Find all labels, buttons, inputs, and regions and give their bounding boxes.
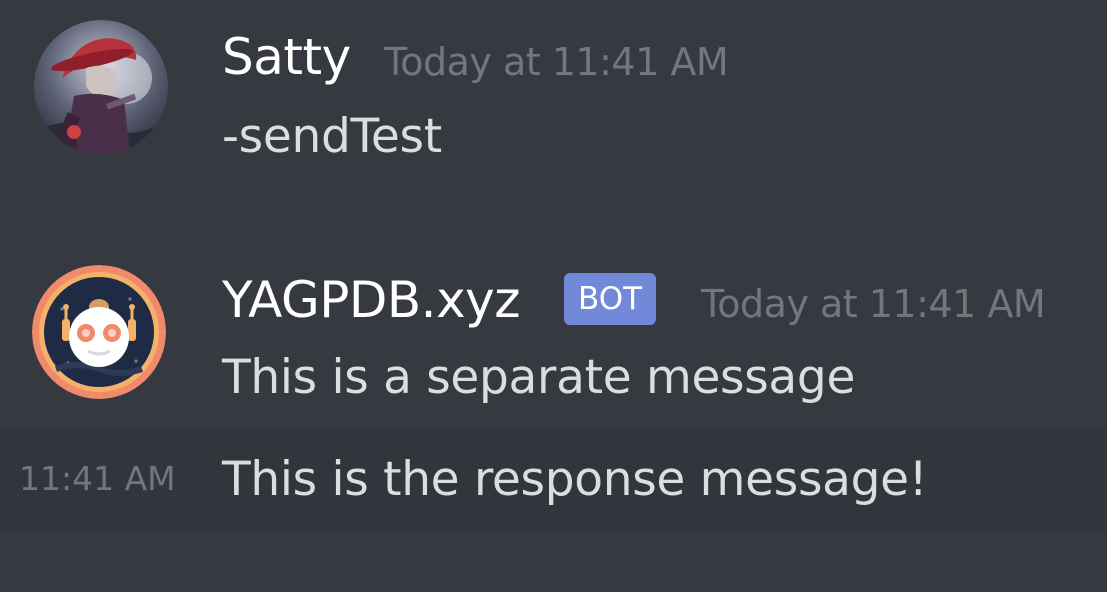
message-followup-row[interactable]: 11:41 AM This is the response message! [0,430,1107,530]
message-timestamp: Today at 11:41 AM [701,282,1046,326]
message-side-timestamp: 11:41 AM [19,459,176,498]
bot-avatar-icon[interactable] [32,265,166,399]
message-content: This is the response message! [222,452,928,507]
message-group-yagpdb: YAGPDB.xyz BOT Today at 11:41 AM This is… [0,240,1107,430]
chat-messages: Satty Today at 11:41 AM -sendTest YAGPDB… [0,0,1107,592]
bot-badge: BOT [564,273,657,325]
message-content: -sendTest [222,109,442,164]
message-group-satty: Satty Today at 11:41 AM -sendTest [0,0,1107,200]
message-author[interactable]: YAGPDB.xyz [222,275,521,325]
message-content: This is a separate message [222,350,856,405]
message-author[interactable]: Satty [222,32,351,82]
user-avatar-icon[interactable] [34,20,168,154]
message-timestamp: Today at 11:41 AM [384,40,729,84]
